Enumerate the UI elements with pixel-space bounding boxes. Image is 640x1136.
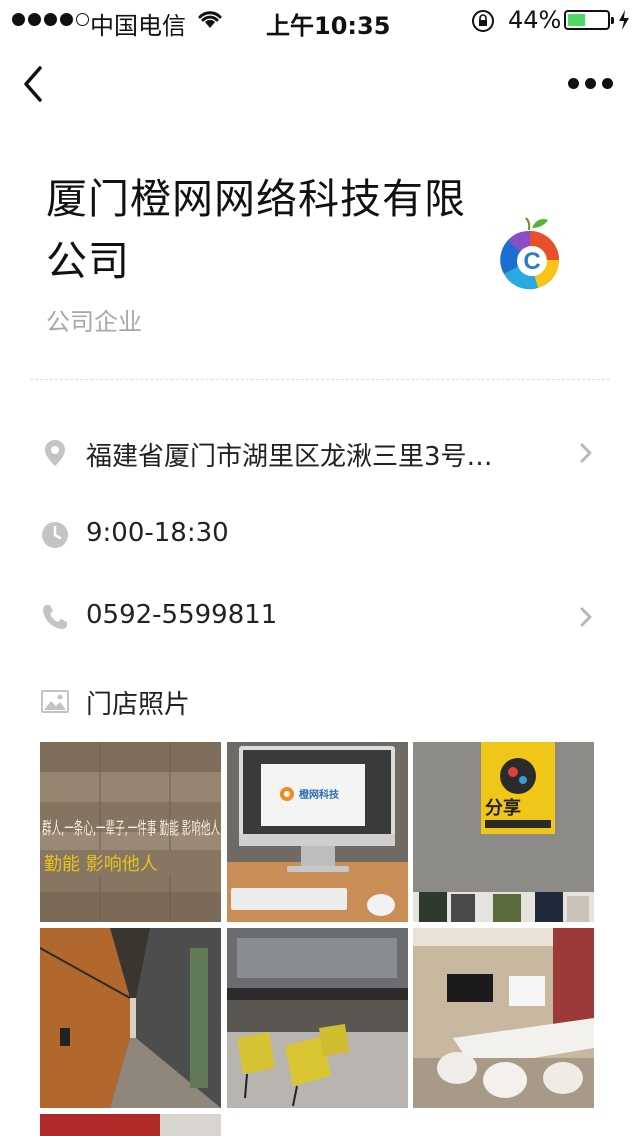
store-category: 公司企业 — [46, 308, 142, 336]
back-button[interactable] — [16, 62, 56, 106]
photo-poster-text: 分享 — [485, 797, 521, 819]
photo-meeting-room[interactable] — [413, 928, 594, 1108]
photo-lounge[interactable] — [227, 928, 408, 1108]
address-text: 福建省厦门市湖里区龙湫三里3号… — [86, 442, 493, 472]
chevron-right-icon — [580, 607, 592, 627]
photo-poster-books[interactable]: 分享 — [413, 742, 594, 922]
hours-text: 9:00-18:30 — [86, 518, 229, 548]
photo-partial[interactable] — [40, 1114, 221, 1136]
phone-icon — [43, 605, 67, 629]
more-options-button[interactable] — [560, 68, 620, 98]
image-icon — [41, 690, 69, 713]
chevron-left-icon — [24, 66, 42, 102]
status-time: 上午10:35 — [266, 12, 391, 40]
hours-row: 9:00-18:30 — [0, 504, 640, 564]
store-name: 厦门橙网网络科技有限公司 — [46, 175, 466, 285]
photo-wood-wall[interactable]: 群人,一条心,一辈子,一件事 勤能 影响他人 勤能 影响他人 — [40, 742, 221, 922]
section-divider — [30, 379, 610, 380]
company-logo: C — [500, 217, 560, 290]
photo-slogan-line1: 群人,一条心,一辈子,一件事 勤能 影响他人 — [42, 819, 220, 839]
photo-screen-text: 橙网科技 — [299, 788, 340, 801]
photos-heading-row: 门店照片 — [0, 670, 640, 730]
address-row[interactable]: 福建省厦门市湖里区龙湫三里3号… — [0, 422, 640, 482]
carrier-label: 中国电信 — [90, 12, 186, 40]
photo-imac-desk[interactable]: 橙网科技 — [227, 742, 408, 922]
status-bar: 中国电信 上午10:35 44% — [0, 0, 640, 40]
photos-heading: 门店照片 — [86, 690, 191, 720]
ellipsis-icon — [567, 77, 579, 89]
location-pin-icon — [45, 440, 65, 466]
battery-icon — [564, 10, 614, 30]
battery-percent: 44% — [508, 6, 562, 34]
wifi-icon — [198, 11, 222, 28]
phone-row[interactable]: 0592-5599811 — [0, 586, 640, 646]
logo-letter: C — [523, 248, 540, 275]
clock-icon — [42, 522, 68, 548]
rotation-lock-icon — [472, 10, 494, 32]
chevron-right-icon — [580, 443, 592, 463]
signal-strength-icon — [12, 13, 89, 26]
phone-text: 0592-5599811 — [86, 600, 278, 630]
svg-text:勤能 影响他人: 勤能 影响他人 — [44, 854, 158, 875]
charging-icon — [619, 10, 629, 30]
photo-corridor[interactable] — [40, 928, 221, 1108]
